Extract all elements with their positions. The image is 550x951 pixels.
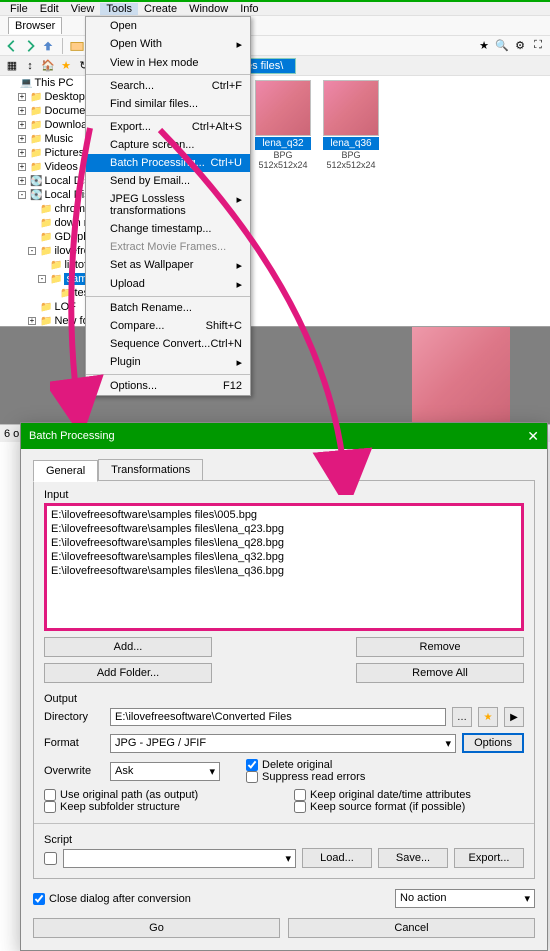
menu-bar: FileEditViewToolsCreateWindowInfo: [0, 0, 550, 16]
gear-icon[interactable]: ⚙: [512, 38, 528, 54]
menu-item[interactable]: Send by Email...: [86, 172, 250, 190]
export-script-button[interactable]: Export...: [454, 848, 524, 868]
menu-info[interactable]: Info: [234, 3, 264, 15]
star-icon[interactable]: ★: [476, 38, 492, 54]
input-file-list[interactable]: E:\ilovefreesoftware\samples files\005.b…: [44, 503, 524, 631]
address-bar: ▦ ↕ 🏠 ★ ↻ ⊗ E:\ilovefreesoftware\samples…: [0, 56, 550, 76]
menu-item[interactable]: Batch Processing...Ctrl+U: [86, 154, 250, 172]
script-checkbox[interactable]: [44, 852, 57, 865]
tab-row: Browser: [0, 16, 550, 36]
menu-create[interactable]: Create: [138, 3, 183, 15]
add-folder-button[interactable]: Add Folder...: [44, 663, 212, 683]
add-button[interactable]: Add...: [44, 637, 212, 657]
fullscreen-icon[interactable]: ⛶: [530, 38, 546, 54]
list-item[interactable]: E:\ilovefreesoftware\samples files\005.b…: [51, 508, 517, 522]
output-label: Output: [44, 693, 524, 705]
menu-item[interactable]: Upload▸: [86, 275, 250, 294]
content-area: 💻This PC+📁Desktop+📁Documents+📁Downloads+…: [0, 76, 550, 326]
keep-subfolder-checkbox[interactable]: [44, 801, 56, 813]
suppress-errors-checkbox[interactable]: [246, 771, 258, 783]
load-script-button[interactable]: Load...: [302, 848, 372, 868]
close-icon[interactable]: ✕: [527, 428, 539, 445]
menu-item[interactable]: Change timestamp...: [86, 220, 250, 238]
keep-source-format-checkbox[interactable]: [294, 801, 306, 813]
script-label: Script: [44, 834, 524, 846]
menu-item[interactable]: Compare...Shift+C: [86, 317, 250, 335]
dialog-titlebar: Batch Processing ✕: [21, 423, 547, 449]
tab-browser[interactable]: Browser: [8, 17, 62, 34]
options-button[interactable]: Options: [462, 733, 524, 753]
list-item[interactable]: E:\ilovefreesoftware\samples files\lena_…: [51, 564, 517, 578]
menu-tools[interactable]: Tools: [100, 3, 138, 15]
menu-item[interactable]: Find similar files...: [86, 95, 250, 113]
menu-item[interactable]: Export...Ctrl+Alt+S: [86, 118, 250, 136]
menu-item[interactable]: Options...F12: [86, 377, 250, 395]
tab-transformations[interactable]: Transformations: [98, 459, 203, 481]
remove-button[interactable]: Remove: [356, 637, 524, 657]
input-label: Input: [44, 489, 524, 501]
overwrite-label: Overwrite: [44, 765, 104, 777]
chevron-down-icon: ▾: [446, 737, 452, 750]
post-action-select[interactable]: No action▾: [395, 889, 535, 908]
directory-field[interactable]: E:\ilovefreesoftware\Converted Files: [110, 708, 446, 726]
menu-window[interactable]: Window: [183, 3, 234, 15]
fav-icon[interactable]: ★: [58, 58, 74, 74]
menu-item[interactable]: Extract Movie Frames...: [86, 238, 250, 256]
go-button[interactable]: Go: [33, 918, 280, 938]
list-item[interactable]: E:\ilovefreesoftware\samples files\lena_…: [51, 522, 517, 536]
dialog-tabs: General Transformations: [33, 459, 535, 481]
dialog-title: Batch Processing: [29, 430, 115, 442]
list-item[interactable]: E:\ilovefreesoftware\samples files\lena_…: [51, 550, 517, 564]
cancel-button[interactable]: Cancel: [288, 918, 535, 938]
save-script-button[interactable]: Save...: [378, 848, 448, 868]
back-icon[interactable]: [4, 38, 20, 54]
menu-item[interactable]: Open With▸: [86, 35, 250, 54]
batch-processing-dialog: Batch Processing ✕ General Transformatio…: [20, 422, 548, 951]
browse-button[interactable]: …: [452, 707, 472, 727]
chevron-down-icon: ▾: [209, 765, 215, 778]
menu-item[interactable]: Batch Rename...: [86, 299, 250, 317]
next-dir-icon[interactable]: ▶: [504, 707, 524, 727]
forward-icon[interactable]: [22, 38, 38, 54]
tab-general[interactable]: General: [33, 460, 98, 482]
menu-item[interactable]: Open: [86, 17, 250, 35]
format-select[interactable]: JPG - JPEG / JFIF▾: [110, 734, 456, 753]
list-item[interactable]: E:\ilovefreesoftware\samples files\lena_…: [51, 536, 517, 550]
main-toolbar: ✂ ★ 🔍 ⚙ ⛶: [0, 36, 550, 56]
menu-item[interactable]: Sequence Convert...Ctrl+N: [86, 335, 250, 353]
up-icon[interactable]: [40, 38, 56, 54]
delete-original-checkbox[interactable]: [246, 759, 258, 771]
format-label: Format: [44, 737, 104, 749]
sort-icon[interactable]: ↕: [22, 58, 38, 74]
thumbnail[interactable]: lena_q32BPG512x512x24: [255, 80, 311, 170]
folder-icon[interactable]: [69, 38, 85, 54]
preview-pane: [0, 326, 550, 424]
menu-item[interactable]: Search...Ctrl+F: [86, 77, 250, 95]
menu-item[interactable]: Set as Wallpaper▸: [86, 256, 250, 275]
menu-view[interactable]: View: [65, 3, 101, 15]
menu-item[interactable]: View in Hex mode: [86, 54, 250, 72]
zoom-icon[interactable]: 🔍: [494, 38, 510, 54]
home-icon[interactable]: 🏠: [40, 58, 56, 74]
view-icon[interactable]: ▦: [4, 58, 20, 74]
menu-file[interactable]: File: [4, 3, 34, 15]
menu-item[interactable]: Capture screen...: [86, 136, 250, 154]
thumbnail[interactable]: lena_q36BPG512x512x24: [323, 80, 379, 170]
original-path-checkbox[interactable]: [44, 789, 56, 801]
overwrite-select[interactable]: Ask▾: [110, 762, 220, 781]
menu-item[interactable]: Plugin▸: [86, 353, 250, 372]
favorite-dir-icon[interactable]: ★: [478, 707, 498, 727]
close-after-checkbox[interactable]: [33, 893, 45, 905]
script-select[interactable]: ▾: [63, 849, 296, 868]
chevron-down-icon: ▾: [524, 892, 530, 905]
keep-date-checkbox[interactable]: [294, 789, 306, 801]
chevron-down-icon: ▾: [285, 852, 291, 865]
menu-edit[interactable]: Edit: [34, 3, 65, 15]
preview-image: [412, 327, 510, 425]
tools-menu: OpenOpen With▸View in Hex mode Search...C…: [85, 16, 251, 396]
directory-label: Directory: [44, 711, 104, 723]
menu-item[interactable]: JPEG Lossless transformations▸: [86, 190, 250, 220]
remove-all-button[interactable]: Remove All: [356, 663, 524, 683]
